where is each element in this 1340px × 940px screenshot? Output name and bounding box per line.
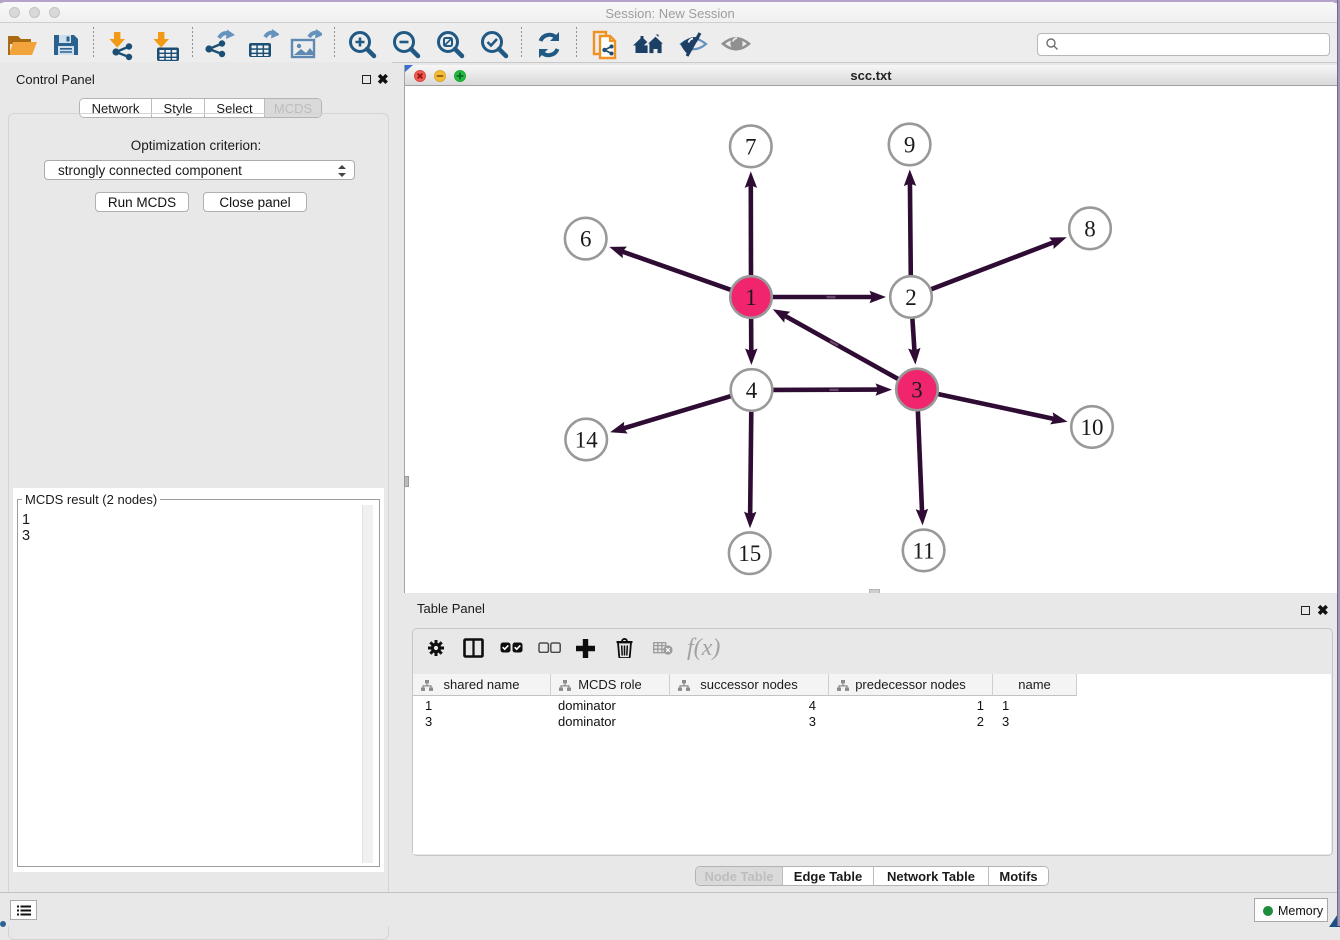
svg-text:4: 4 (746, 378, 758, 403)
svg-text:3: 3 (911, 378, 923, 403)
svg-text:15: 15 (738, 541, 761, 566)
svg-text:7: 7 (745, 134, 757, 159)
svg-text:9: 9 (904, 133, 916, 158)
svg-text:10: 10 (1081, 415, 1104, 440)
svg-text:2: 2 (905, 285, 917, 310)
svg-text:14: 14 (575, 428, 599, 453)
svg-text:6: 6 (580, 227, 592, 252)
svg-text:11: 11 (913, 538, 935, 563)
svg-text:1: 1 (745, 285, 757, 310)
svg-text:8: 8 (1084, 216, 1096, 241)
